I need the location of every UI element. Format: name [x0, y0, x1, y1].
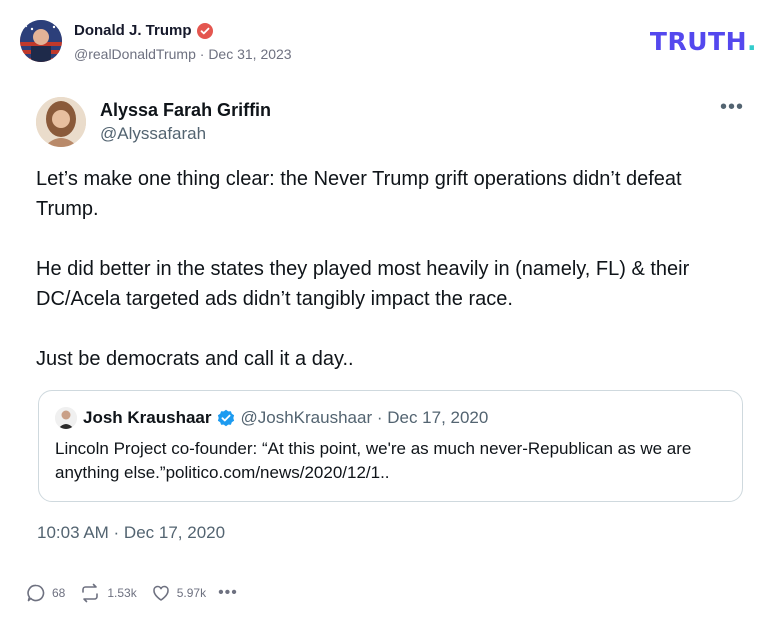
embedded-tweet: Alyssa Farah Griffin @Alyssafarah ••• Le…: [36, 94, 748, 374]
retruth-count: 1.53k: [107, 586, 137, 600]
tweet-author-name: Alyssa Farah Griffin: [100, 100, 272, 120]
date-separator: ·: [195, 45, 209, 62]
reply-button[interactable]: 68: [26, 583, 65, 603]
verified-badge-icon: [217, 409, 235, 427]
tweet-paragraph: Just be democrats and call it a day..: [36, 348, 354, 370]
retruth-button[interactable]: 1.53k: [79, 583, 137, 603]
author-avatar[interactable]: [20, 20, 62, 62]
like-count: 5.97k: [176, 586, 207, 600]
more-icon: •••: [719, 96, 744, 118]
author-handle[interactable]: @realDonaldTrump: [74, 46, 196, 62]
like-button[interactable]: 5.97k: [151, 583, 206, 603]
verified-badge-icon: [196, 22, 213, 39]
author-name[interactable]: Donald J. Trump: [74, 22, 192, 39]
tweet-paragraph: Let’s make one thing clear: the Never Tr…: [36, 168, 682, 220]
quoted-author-avatar: [55, 407, 77, 429]
truth-logo[interactable]: TRUTH.: [650, 27, 757, 56]
quoted-tweet-text: Lincoln Project co-founder: “At this poi…: [55, 439, 692, 482]
quoted-author-name: Josh Kraushaar: [83, 408, 212, 427]
more-options-button[interactable]: •••: [218, 585, 238, 601]
author-handle-row: @realDonaldTrump · Dec 31, 2023: [74, 46, 292, 62]
quoted-tweet: Josh Kraushaar @JoshKraushaar · Dec 17, …: [38, 390, 743, 502]
tweet-author-handle: @Alyssafarah: [100, 124, 207, 143]
quoted-tweet-header: Josh Kraushaar @JoshKraushaar · Dec 17, …: [55, 407, 726, 429]
retruth-icon: [79, 583, 101, 603]
truth-logo-text: TRUTH: [649, 27, 747, 56]
quoted-author-handle: @JoshKraushaar · Dec 17, 2020: [240, 408, 489, 427]
like-icon: [151, 583, 171, 603]
author-meta: Donald J. Trump @realDonaldTrump · Dec 3…: [74, 21, 292, 62]
tweet-author-avatar: [36, 97, 86, 147]
tweet-timestamp: 10:03 AM · Dec 17, 2020: [37, 523, 226, 542]
tweet-paragraph: He did better in the states they played …: [36, 258, 690, 310]
tweet-body: Let’s make one thing clear: the Never Tr…: [36, 164, 748, 374]
post-date[interactable]: Dec 31, 2023: [208, 46, 291, 62]
reply-count: 68: [52, 586, 66, 600]
tweet-header: Alyssa Farah Griffin @Alyssafarah •••: [36, 94, 748, 150]
post-header: Donald J. Trump @realDonaldTrump · Dec 3…: [20, 20, 292, 62]
action-bar: 68 1.53k 5.97k •••: [26, 583, 252, 603]
tweet-author-meta: Alyssa Farah Griffin @Alyssafarah: [100, 100, 271, 144]
reply-icon: [26, 583, 46, 603]
truth-logo-dot: .: [747, 27, 757, 56]
